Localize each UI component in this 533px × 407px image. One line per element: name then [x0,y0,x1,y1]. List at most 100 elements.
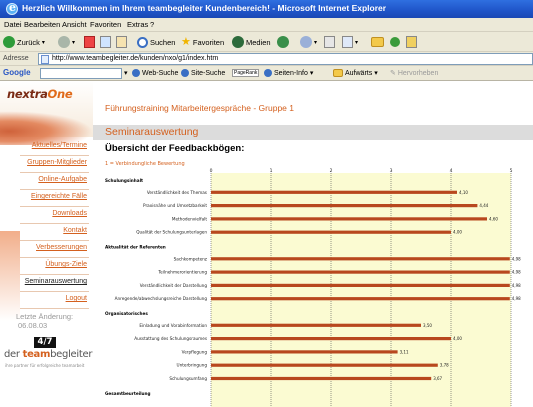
group-label: Organisatorisches [105,311,148,316]
sidebar-item-aktuelles[interactable]: Aktuelles/Termine [0,139,93,156]
chevron-down-icon: ▾ [355,39,359,46]
address-label: Adresse [3,55,29,62]
group-label: Schulungsinhalt [105,178,143,183]
print-button[interactable] [324,35,335,49]
sidebar-item-gruppen-mitglieder[interactable]: Gruppen-Mitglieder [0,156,93,173]
category-label: Verständlichkeit der Darstellung [140,283,208,288]
value-label: 4,00 [453,336,462,341]
category-label: Schulungsumfang [169,376,207,381]
bar [211,363,438,367]
folder-icon [371,37,384,47]
menu-view[interactable]: Ansicht [62,20,87,29]
nextra-one-logo: nextraOne [7,87,73,101]
tick-label: 3 [390,168,393,174]
web-search-button[interactable]: Web-Suche [132,69,178,77]
menu-edit[interactable]: Bearbeiten [24,20,60,29]
history-button[interactable] [277,35,289,49]
research-icon [406,36,417,48]
address-input[interactable]: http://www.teambegleiter.de/kunden/nxo/g… [38,53,533,65]
category-label: Verständlichkeit des Themas [147,190,207,195]
menu-tools[interactable]: Extras [127,20,148,29]
favorites-button[interactable]: ★ Favoriten [181,35,224,49]
tick-label: 4 [450,168,453,174]
pagerank-indicator: PageRank [232,69,260,77]
sidebar-item-verbesserungen[interactable]: Verbesserungen [0,241,93,258]
bar [211,257,510,261]
print-icon [324,36,335,48]
web-search-icon [132,69,140,77]
google-toolbar: Google ▾ Web-Suche Site-Suche PageRank S… [0,66,533,81]
teambegleiter-logo: der teambegleiter [4,349,93,360]
category-label: Praxisnähe und Umsetzbarkeit [143,203,207,208]
edit-button[interactable]: ▾ [342,35,358,49]
up-button[interactable]: Aufwärts ▾ [333,69,378,77]
version-badge: 4/7 [34,337,56,348]
chevron-down-icon: ▾ [314,39,318,46]
sidebar-item-logout[interactable]: Logout [0,292,93,309]
tick-label: 0 [210,168,213,174]
site-search-button[interactable]: Site-Suche [181,69,225,77]
plot-area [211,173,511,407]
bar [211,297,510,301]
category-label: Ausstattung des Schulungsraumes [134,336,207,341]
chevron-down-icon: ▾ [374,70,378,77]
standard-toolbar: Zurück ▾ ▾ Suchen ★ Favoriten Medien ▾ ▾ [0,32,533,52]
window-title-bar[interactable]: Herzlich Willkommen im Ihrem teambegleit… [0,0,533,18]
site-search-icon [181,69,189,77]
google-search-input[interactable] [40,68,122,79]
forward-button[interactable]: ▾ [58,35,75,49]
bar [211,376,432,381]
sidebar-item-eingereichte-faelle[interactable]: Eingereichte Fälle [0,190,93,207]
value-label: 4,10 [459,190,468,195]
tick-label: 5 [510,168,513,174]
value-label: 3,78 [440,363,449,368]
teambegleiter-tagline: ihre partner für erfolgreiche teamarbeit [5,363,85,368]
page-icon [41,55,49,64]
section-title: Seminarauswertung [105,126,199,138]
sidebar-item-kontakt[interactable]: Kontakt [0,224,93,241]
tick-label: 2 [330,168,333,174]
research-button[interactable] [406,35,417,49]
menu-help[interactable]: ? [150,20,154,29]
sidebar-item-downloads[interactable]: Downloads [0,207,93,224]
section-header: Seminarauswertung [93,125,533,140]
category-label: Sachkompetenz [174,256,208,261]
sidebar-nav: Aktuelles/Termine Gruppen-Mitglieder Onl… [0,139,93,309]
menu-file[interactable]: Datei [4,20,22,29]
page-info-button[interactable]: Seiten-Info ▾ [264,69,313,77]
category-label: Unterbringung [177,363,208,368]
last-change-info: Letzte Änderung: 06.08.03 [16,312,73,330]
bar [211,204,478,208]
menu-bar: Datei Bearbeiten Ansicht Favoriten Extra… [0,18,533,32]
home-button[interactable] [116,35,127,49]
chevron-down-icon: ▾ [309,70,314,77]
folder-up-icon [333,69,343,77]
messenger-button[interactable] [390,35,400,49]
refresh-icon [100,36,111,48]
address-bar: Adresse http://www.teambegleiter.de/kund… [0,52,533,66]
google-logo[interactable]: Google [3,68,31,77]
mail-button[interactable]: ▾ [300,35,317,49]
chevron-down-icon[interactable]: ▾ [124,69,128,77]
highlight-button[interactable]: ✎ Hervorheben [390,69,438,78]
folder-button[interactable] [371,35,384,49]
sidebar-item-online-aufgabe[interactable]: Online-Aufgabe [0,173,93,190]
bar [211,323,421,327]
bar [211,190,457,194]
menu-favorites[interactable]: Favoriten [90,20,121,29]
media-button[interactable]: Medien [232,35,271,49]
back-button[interactable]: Zurück ▾ [3,35,45,49]
mail-icon [300,36,312,48]
stop-icon [84,36,95,48]
search-button[interactable]: Suchen [137,35,175,49]
edit-icon [342,36,353,48]
refresh-button[interactable] [100,35,111,49]
value-label: 3,11 [400,349,409,354]
tick-label: 1 [270,168,273,174]
sidebar-item-seminarauswertung[interactable]: Seminarauswertung [0,275,93,292]
category-label: Methodenvielfalt [172,216,208,221]
home-icon [116,36,127,48]
sidebar-item-uebungs-ziele[interactable]: Übungs-Ziele [0,258,93,275]
bar [211,337,451,341]
stop-button[interactable] [84,35,95,49]
